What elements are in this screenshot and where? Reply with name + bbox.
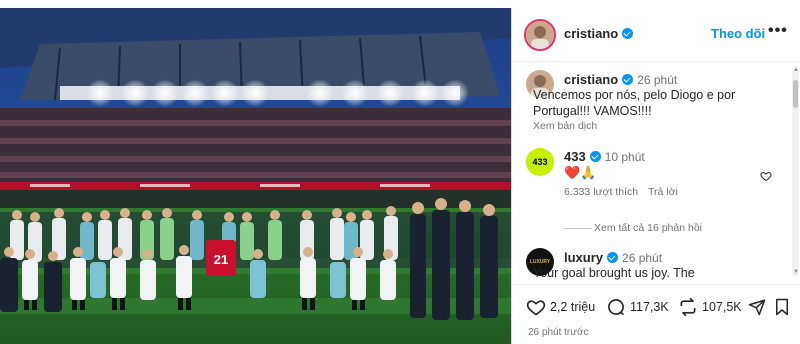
shirt-number: 21 [214, 252, 228, 267]
share-button[interactable] [748, 297, 770, 317]
caption-author[interactable]: cristiano 26 phút [564, 72, 677, 87]
repost-button[interactable]: 107,5K [678, 297, 742, 317]
repost-icon [680, 297, 696, 317]
comment-text: ❤️🙏 [564, 165, 597, 180]
translate-link[interactable]: Xem bản dịch [533, 120, 597, 132]
post-photo[interactable]: 21 [0, 8, 511, 344]
comment-like-icon[interactable] [760, 170, 772, 182]
post-header: cristiano Theo dõi ••• [512, 8, 800, 62]
caption-text: Vencemos por nós, pelo Diogo e por Portu… [533, 88, 736, 118]
comments-scrollbar-thumb[interactable] [793, 80, 798, 108]
caption-time: 26 phút [637, 73, 678, 87]
verified-icon [622, 74, 634, 85]
author-avatar[interactable] [524, 19, 556, 51]
verified-icon [607, 252, 619, 263]
caption-author-text[interactable]: cristiano [564, 72, 618, 87]
comment-author[interactable]: 433 10 phút [564, 149, 645, 164]
follow-button[interactable]: Theo dõi [711, 26, 765, 41]
replies-divider [564, 228, 592, 229]
author-username-text[interactable]: cristiano [564, 26, 618, 41]
verified-icon [622, 28, 634, 39]
comment-icon [608, 299, 624, 316]
save-button[interactable] [774, 297, 794, 317]
comment-count: 117,3K [630, 300, 669, 314]
post-actions-bar: 2,2 triệu 117,3K 107,5K 26 phút trước [512, 284, 800, 344]
reply-button[interactable]: Trả lời [648, 186, 678, 198]
like-button[interactable]: 2,2 triệu [526, 297, 595, 317]
bookmark-icon [776, 298, 788, 316]
view-replies-link[interactable]: Xem tất cả 16 phản hồi [594, 222, 702, 234]
comment-likes[interactable]: 6.333 lượt thích [564, 186, 638, 198]
instagram-post-view: 21 cristiano Theo dõi ••• cristiano 26 p… [0, 0, 800, 344]
send-icon [748, 299, 766, 316]
comment-text: Your goal brought us joy. The [533, 266, 695, 280]
comment-time: 10 phút [604, 150, 645, 164]
comment-author[interactable]: luxury 26 phút [564, 250, 662, 265]
comment-avatar-433[interactable]: 433 [526, 148, 554, 176]
post-sidebar: cristiano Theo dõi ••• cristiano 26 phút … [511, 8, 800, 344]
comment-button[interactable]: 117,3K [606, 297, 669, 317]
author-username[interactable]: cristiano [564, 26, 634, 41]
comment-author-text[interactable]: luxury [564, 250, 603, 265]
more-options-button[interactable]: ••• [768, 22, 788, 40]
avatar-433-text: 433 [532, 157, 548, 167]
heart-icon [526, 300, 546, 316]
post-timestamp: 26 phút trước [528, 327, 589, 338]
comment-time: 26 phút [622, 251, 663, 265]
scroll-down-arrow[interactable]: ▼ [792, 268, 800, 276]
repost-count: 107,5K [702, 300, 742, 314]
scroll-up-arrow[interactable]: ▲ [792, 66, 800, 74]
verified-icon [589, 151, 601, 162]
comment-author-text[interactable]: 433 [564, 149, 586, 164]
like-count: 2,2 triệu [550, 300, 596, 314]
stadium-team-photo: 21 [0, 8, 511, 344]
avatar-image [526, 21, 554, 49]
